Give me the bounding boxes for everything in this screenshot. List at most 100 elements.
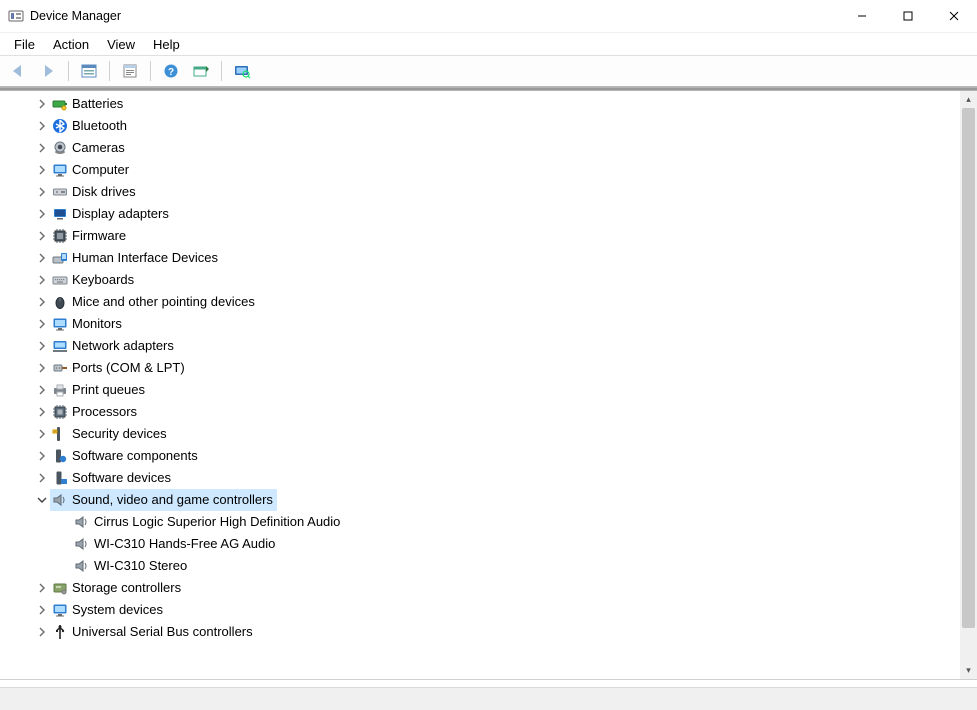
tree-row-processors[interactable]: Processors — [0, 401, 960, 423]
menu-help[interactable]: Help — [145, 35, 188, 54]
tree-row-keyboards[interactable]: Keyboards — [0, 269, 960, 291]
device-tree[interactable]: BatteriesBluetoothCamerasComputerDisk dr… — [0, 91, 960, 679]
toolbar-separator — [150, 61, 151, 81]
monitor-icon — [52, 316, 68, 332]
toolbar-forward-button[interactable] — [34, 58, 62, 84]
menu-action[interactable]: Action — [45, 35, 97, 54]
tree-cell[interactable]: Security devices — [50, 423, 171, 445]
tree-cell[interactable]: Print queues — [50, 379, 149, 401]
tree-cell[interactable]: Cameras — [50, 137, 129, 159]
scroll-thumb[interactable] — [962, 108, 975, 628]
menu-file[interactable]: File — [6, 35, 43, 54]
window-maximize-button[interactable] — [885, 0, 931, 32]
tree-cell[interactable]: Disk drives — [50, 181, 140, 203]
chevron-right-icon[interactable] — [34, 624, 50, 640]
tree-row-display[interactable]: Display adapters — [0, 203, 960, 225]
chevron-right-icon[interactable] — [34, 316, 50, 332]
tree-cell[interactable]: Bluetooth — [50, 115, 131, 137]
tree-cell[interactable]: Monitors — [50, 313, 126, 335]
chevron-right-icon[interactable] — [34, 470, 50, 486]
chevron-right-icon[interactable] — [34, 162, 50, 178]
tree-row-network[interactable]: Network adapters — [0, 335, 960, 357]
tree-label: Mice and other pointing devices — [72, 291, 255, 313]
chevron-right-icon[interactable] — [34, 338, 50, 354]
tree-cell[interactable]: Software components — [50, 445, 202, 467]
chevron-right-icon[interactable] — [34, 382, 50, 398]
tree-row-sound-wic310-hf[interactable]: WI-C310 Hands-Free AG Audio — [0, 533, 960, 555]
vertical-scrollbar[interactable]: ▴ ▾ — [960, 91, 977, 679]
chevron-right-icon[interactable] — [34, 96, 50, 112]
tree-row-mice[interactable]: Mice and other pointing devices — [0, 291, 960, 313]
tree-cell[interactable]: Processors — [50, 401, 141, 423]
toolbar-back-button[interactable] — [4, 58, 32, 84]
tree-row-monitors[interactable]: Monitors — [0, 313, 960, 335]
tree-cell[interactable]: WI-C310 Hands-Free AG Audio — [72, 533, 279, 555]
toolbar-separator — [221, 61, 222, 81]
tree-row-ports[interactable]: Ports (COM & LPT) — [0, 357, 960, 379]
window-minimize-button[interactable] — [839, 0, 885, 32]
tree-row-hid[interactable]: Human Interface Devices — [0, 247, 960, 269]
tree-cell[interactable]: Keyboards — [50, 269, 138, 291]
tree-row-diskdrives[interactable]: Disk drives — [0, 181, 960, 203]
tree-row-usb[interactable]: Universal Serial Bus controllers — [0, 621, 960, 643]
tree-row-computer[interactable]: Computer — [0, 159, 960, 181]
tree-row-batteries[interactable]: Batteries — [0, 93, 960, 115]
toolbar — [0, 55, 977, 87]
tree-cell[interactable]: WI-C310 Stereo — [72, 555, 191, 577]
chevron-right-icon[interactable] — [34, 206, 50, 222]
chevron-right-icon[interactable] — [34, 184, 50, 200]
tree-cell[interactable]: Network adapters — [50, 335, 178, 357]
tree-label: Ports (COM & LPT) — [72, 357, 185, 379]
chevron-right-icon[interactable] — [34, 294, 50, 310]
chevron-right-icon[interactable] — [34, 448, 50, 464]
tree-cell[interactable]: Software devices — [50, 467, 175, 489]
tree-cell[interactable]: Ports (COM & LPT) — [50, 357, 189, 379]
scroll-up-arrow-icon[interactable]: ▴ — [960, 91, 977, 108]
tree-row-sound-wic310-st[interactable]: WI-C310 Stereo — [0, 555, 960, 577]
tree-cell[interactable]: Storage controllers — [50, 577, 185, 599]
chevron-right-icon[interactable] — [34, 250, 50, 266]
tree-cell[interactable]: Computer — [50, 159, 133, 181]
toolbar-scan-button[interactable] — [187, 58, 215, 84]
tree-cell[interactable]: Cirrus Logic Superior High Definition Au… — [72, 511, 344, 533]
tree-row-printqueues[interactable]: Print queues — [0, 379, 960, 401]
tree-row-cameras[interactable]: Cameras — [0, 137, 960, 159]
tree-cell[interactable]: Batteries — [50, 93, 127, 115]
disk-icon — [52, 184, 68, 200]
scroll-down-arrow-icon[interactable]: ▾ — [960, 662, 977, 679]
tree-row-system[interactable]: System devices — [0, 599, 960, 621]
tree-cell[interactable]: Firmware — [50, 225, 130, 247]
tree-row-firmware[interactable]: Firmware — [0, 225, 960, 247]
toolbar-help-button[interactable] — [157, 58, 185, 84]
chevron-right-icon[interactable] — [34, 118, 50, 134]
menu-view[interactable]: View — [99, 35, 143, 54]
tree-cell[interactable]: Sound, video and game controllers — [50, 489, 277, 511]
tree-row-sound-cirrus[interactable]: Cirrus Logic Superior High Definition Au… — [0, 511, 960, 533]
tree-cell[interactable]: Mice and other pointing devices — [50, 291, 259, 313]
window-close-button[interactable] — [931, 0, 977, 32]
tree-label: System devices — [72, 599, 163, 621]
tree-row-security[interactable]: Security devices — [0, 423, 960, 445]
chevron-right-icon[interactable] — [34, 580, 50, 596]
chevron-right-icon[interactable] — [34, 228, 50, 244]
chevron-right-icon[interactable] — [34, 426, 50, 442]
tree-row-swdevices[interactable]: Software devices — [0, 467, 960, 489]
chevron-right-icon[interactable] — [34, 404, 50, 420]
chevron-down-icon[interactable] — [34, 492, 50, 508]
tree-cell[interactable]: System devices — [50, 599, 167, 621]
speaker-icon — [74, 558, 90, 574]
chevron-right-icon[interactable] — [34, 602, 50, 618]
tree-row-swcomponents[interactable]: Software components — [0, 445, 960, 467]
tree-row-storage[interactable]: Storage controllers — [0, 577, 960, 599]
chevron-right-icon[interactable] — [34, 140, 50, 156]
toolbar-monitor-button[interactable] — [228, 58, 256, 84]
tree-row-sound[interactable]: Sound, video and game controllers — [0, 489, 960, 511]
tree-cell[interactable]: Display adapters — [50, 203, 173, 225]
toolbar-properties-button[interactable] — [116, 58, 144, 84]
chevron-right-icon[interactable] — [34, 360, 50, 376]
tree-row-bluetooth[interactable]: Bluetooth — [0, 115, 960, 137]
chevron-right-icon[interactable] — [34, 272, 50, 288]
tree-cell[interactable]: Universal Serial Bus controllers — [50, 621, 257, 643]
tree-cell[interactable]: Human Interface Devices — [50, 247, 222, 269]
toolbar-console-tree-button[interactable] — [75, 58, 103, 84]
